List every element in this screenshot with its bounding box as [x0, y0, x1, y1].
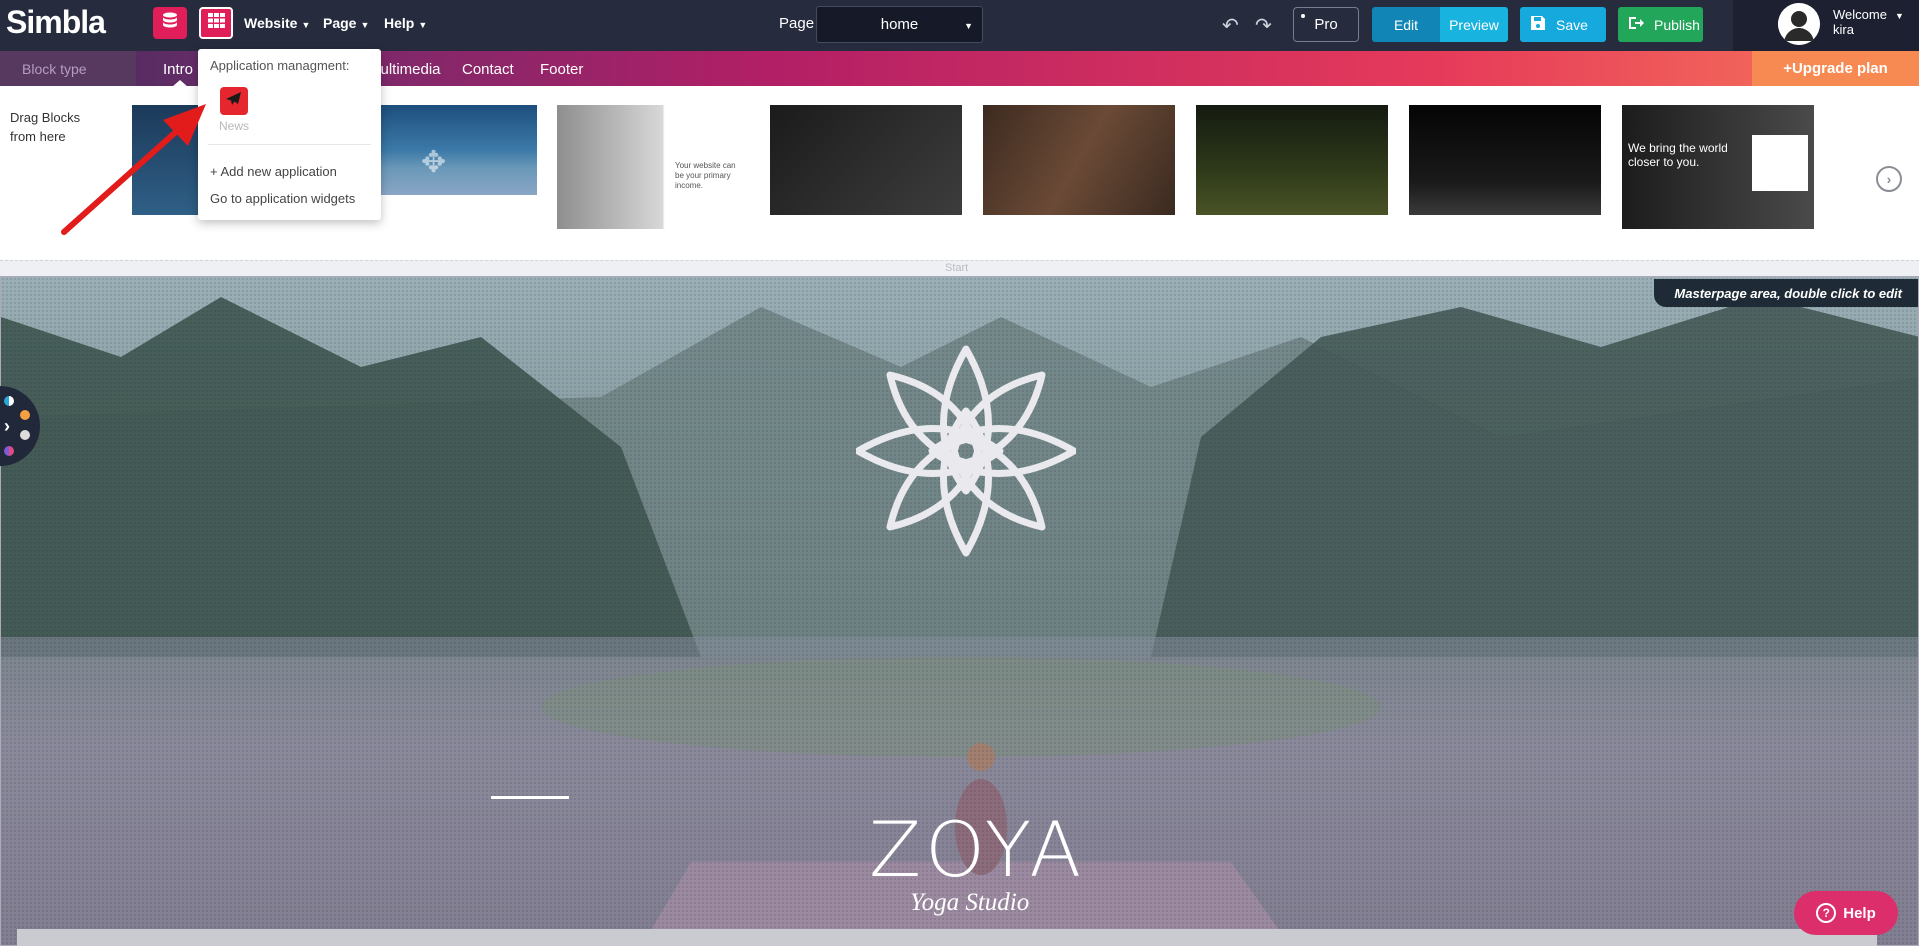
block-preview-image [983, 105, 1175, 215]
welcome-text: Welcome kira [1833, 7, 1887, 37]
help-menu-label: Help [384, 15, 415, 31]
page-menu-label: Page [323, 15, 357, 31]
database-icon [162, 12, 178, 35]
tab-contact[interactable]: Contact [462, 61, 514, 78]
block-thumbnail[interactable] [1409, 105, 1601, 225]
block-preview-image: Your website can be your primary income. [557, 105, 749, 229]
palette-dot-icon [4, 396, 14, 406]
redo-icon[interactable]: ↷ [1255, 13, 1272, 38]
pro-mode-button[interactable]: Pro [1293, 7, 1359, 42]
page-label: Page [779, 15, 815, 32]
user-menu[interactable]: Welcome kira ▼ [1733, 0, 1919, 51]
preview-button[interactable]: Preview [1440, 7, 1508, 42]
block-thumbnail[interactable] [1196, 105, 1388, 225]
username: kira [1833, 22, 1854, 37]
block-preview-image [1196, 105, 1388, 215]
upgrade-plan-button[interactable]: +Upgrade plan [1752, 51, 1919, 86]
chevron-down-icon: ▼ [1895, 11, 1904, 21]
help-label: Help [1843, 904, 1876, 922]
palette-dot-icon [4, 446, 14, 456]
website-menu-label: Website [244, 15, 298, 31]
dropdown-title: Application managment: [210, 58, 350, 73]
block-preview-image [1409, 105, 1601, 215]
welcome-label: Welcome [1833, 7, 1887, 22]
application-widgets-link[interactable]: Go to application widgets [210, 191, 355, 206]
page-menu[interactable]: Page ▼ [323, 15, 369, 31]
block-thumbnail[interactable]: We bring the world closer to you. [1622, 105, 1814, 229]
chevron-down-icon: ▼ [418, 20, 428, 30]
hero-line [491, 796, 569, 799]
lotus-logo-icon [856, 345, 1076, 557]
save-label: Save [1556, 16, 1588, 33]
chevron-right-icon[interactable]: › [1876, 166, 1902, 192]
palette-dot-icon [20, 410, 30, 420]
tab-footer[interactable]: Footer [540, 61, 583, 78]
block-type-label: Block type [0, 51, 136, 86]
horizontal-scrollbar[interactable] [17, 929, 1877, 946]
top-toolbar: Simbla Website ▼ Page ▼ Help ▼ Page home ▼ … [0, 0, 1919, 51]
floppy-disk-icon [1530, 15, 1546, 34]
save-button[interactable]: Save [1520, 7, 1606, 42]
page-select[interactable]: home ▼ [816, 6, 983, 43]
block-preview-image [770, 105, 962, 215]
dot-icon [1301, 14, 1305, 18]
dropdown-divider [208, 144, 371, 145]
edit-button[interactable]: Edit [1372, 7, 1440, 42]
thumb-text: We bring the world closer to you. [1628, 141, 1728, 169]
start-label: Start [945, 262, 969, 274]
pro-label: Pro [1314, 16, 1338, 33]
publish-button[interactable]: Publish [1618, 7, 1703, 42]
hero-subtitle[interactable]: Yoga Studio [910, 889, 1029, 917]
thumb-text: Your website can be your primary income. [675, 161, 736, 190]
chevron-down-icon: ▼ [964, 21, 973, 31]
grid-icon [207, 13, 225, 33]
chevron-right-icon: › [4, 416, 10, 436]
help-button[interactable]: ? Help [1794, 891, 1898, 935]
palette-dot-icon [20, 430, 30, 440]
add-application-link[interactable]: + Add new application [210, 164, 337, 179]
avatar [1778, 3, 1820, 45]
chevron-down-icon: ▼ [360, 20, 370, 30]
undo-icon[interactable]: ↶ [1222, 13, 1239, 38]
chevron-down-icon: ▼ [301, 20, 311, 30]
page-select-value: home [880, 16, 919, 33]
news-app-label: News [219, 119, 250, 133]
annotation-arrow [61, 104, 206, 235]
drop-zone-divider: Start [0, 260, 1919, 276]
paper-plane-icon [226, 91, 242, 111]
applications-button[interactable] [199, 7, 233, 39]
application-dropdown: Application managment: News + Add new ap… [198, 49, 381, 220]
simbla-logo[interactable]: Simbla [6, 4, 106, 41]
block-thumbnail[interactable] [983, 105, 1175, 225]
masterpage-badge[interactable]: Masterpage area, double click to edit [1654, 279, 1918, 307]
block-thumbnail[interactable]: Your website can be your primary income. [557, 105, 749, 229]
thumb-form [1752, 135, 1808, 191]
news-app-button[interactable] [220, 87, 248, 115]
block-thumbnail[interactable] [770, 105, 962, 225]
database-button[interactable] [153, 7, 187, 39]
help-menu[interactable]: Help ▼ [384, 15, 427, 31]
sign-out-icon [1628, 15, 1644, 34]
tab-intro[interactable]: Intro [163, 61, 193, 78]
publish-label: Publish [1654, 16, 1700, 33]
move-icon: ✥ [421, 146, 447, 179]
hero-title[interactable]: ZOYA [869, 805, 1085, 894]
question-icon: ? [1816, 903, 1837, 923]
block-preview-image: We bring the world closer to you. [1622, 105, 1814, 229]
website-menu[interactable]: Website ▼ [244, 15, 310, 31]
hero-section[interactable]: Masterpage area, double click to edit ZO… [0, 276, 1919, 946]
edit-preview-toggle: Edit Preview [1372, 7, 1508, 42]
